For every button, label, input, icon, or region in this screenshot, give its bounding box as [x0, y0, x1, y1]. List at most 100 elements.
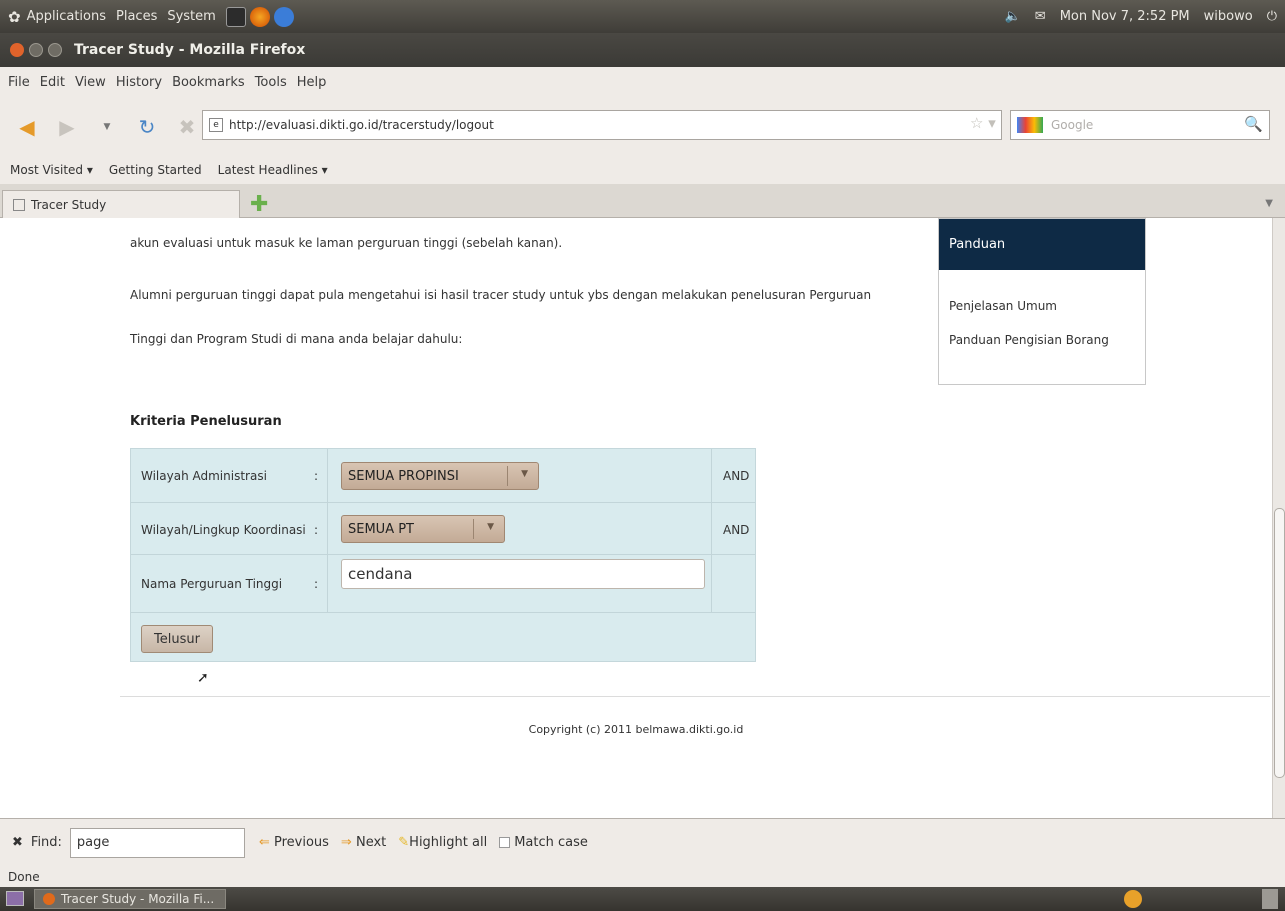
firefox-taskbar-icon [43, 893, 55, 905]
find-next-button[interactable]: ⇒ Next [341, 835, 386, 850]
close-find-bar-icon[interactable]: ✖ [12, 835, 23, 850]
colon-separator: : [314, 577, 319, 591]
power-icon[interactable]: ⏻ [1267, 9, 1277, 24]
menu-bookmarks[interactable]: Bookmarks [172, 75, 245, 90]
window-title: Tracer Study - Mozilla Firefox [74, 42, 306, 58]
dropdown-arrow-icon: ▼ [521, 469, 528, 479]
bookmark-most-visited[interactable]: Most Visited ▾ [10, 163, 93, 177]
wilayah-administrasi-select[interactable]: SEMUA PROPINSI ▼ [341, 462, 539, 490]
previous-arrow-icon: ⇐ [258, 835, 270, 850]
trash-icon[interactable] [1262, 889, 1278, 909]
user-menu[interactable]: wibowo [1204, 9, 1253, 24]
show-desktop-icon[interactable] [6, 891, 24, 906]
gnome-foot-icon: ✿ [8, 7, 21, 26]
mail-icon[interactable]: ✉ [1035, 9, 1046, 24]
colon-separator: : [314, 523, 319, 537]
find-previous-label: Previous [273, 835, 329, 850]
panduan-sidebar: Panduan Penjelasan Umum Panduan Pengisia… [938, 218, 1146, 385]
forward-arrow-icon[interactable]: ▶ [52, 112, 82, 142]
help-launcher-icon[interactable] [273, 6, 294, 27]
menu-bar: File Edit View History Bookmarks Tools H… [0, 67, 1285, 98]
tab-strip: Tracer Study ✚ ▼ [0, 184, 1285, 218]
bookmark-star-icon[interactable]: ☆ ▾ [970, 114, 996, 132]
new-tab-plus-icon[interactable]: ✚ [250, 192, 268, 217]
window-titlebar[interactable]: Tracer Study - Mozilla Firefox [0, 33, 1285, 67]
page-favicon-icon [13, 198, 25, 211]
back-arrow-icon[interactable]: ◀ [12, 112, 42, 142]
search-engine-icon[interactable] [1017, 117, 1043, 133]
highlight-all-label: Highlight all [409, 835, 488, 850]
history-dropdown-icon[interactable]: ▼ [92, 112, 122, 142]
match-case-label: Match case [514, 835, 588, 850]
find-input[interactable]: page [69, 827, 245, 858]
menu-edit[interactable]: Edit [40, 75, 65, 90]
and-operator: AND [723, 469, 750, 483]
taskbar-window-button[interactable]: Tracer Study - Mozilla Fi... [34, 889, 226, 909]
form-row: Wilayah/Lingkup Koordinasi : SEMUA PT ▼ … [131, 503, 755, 555]
mouse-pointer-icon: ➚ [197, 670, 209, 686]
search-placeholder: Google [1051, 118, 1094, 132]
terminal-launcher-icon[interactable] [225, 6, 246, 27]
applications-menu[interactable]: Applications [27, 9, 106, 24]
next-arrow-icon: ⇒ [340, 835, 352, 850]
footer-divider [120, 696, 1270, 697]
url-text: http://evaluasi.dikti.go.id/tracerstudy/… [229, 118, 494, 132]
menu-tools[interactable]: Tools [255, 75, 287, 90]
tab-label: Tracer Study [31, 197, 107, 212]
menu-help[interactable]: Help [297, 75, 327, 90]
firefox-launcher-icon[interactable] [249, 6, 270, 27]
find-bar: ✖ Find: page ⇐ Previous ⇒ Next ✎Highligh… [0, 818, 1285, 866]
menu-history[interactable]: History [116, 75, 162, 90]
dropdown-arrow-icon: ▼ [487, 522, 494, 532]
maximize-window-icon[interactable] [48, 43, 62, 57]
highlight-all-button[interactable]: ✎Highlight all [398, 835, 487, 850]
criteria-heading: Kriteria Penelusuran [130, 414, 282, 429]
colon-separator: : [314, 469, 319, 483]
paragraph-line-2: Tinggi dan Program Studi di mana anda be… [130, 332, 463, 346]
site-identity-icon[interactable]: e [209, 118, 223, 132]
bookmark-latest-headlines[interactable]: Latest Headlines ▾ [218, 163, 328, 177]
url-bar[interactable]: e http://evaluasi.dikti.go.id/tracerstud… [202, 110, 1002, 140]
search-icon[interactable]: 🔍 [1244, 115, 1263, 133]
places-menu[interactable]: Places [116, 9, 157, 24]
status-bar: Done [0, 866, 1285, 887]
tab-tracer-study[interactable]: Tracer Study [2, 190, 240, 218]
reload-icon[interactable]: ↻ [132, 112, 162, 142]
nama-perguruan-tinggi-input[interactable]: cendana [341, 559, 705, 589]
sidebar-link-penjelasan[interactable]: Penjelasan Umum [949, 299, 1057, 313]
sidebar-link-panduan-pengisian[interactable]: Panduan Pengisian Borang [949, 333, 1109, 347]
status-text: Done [8, 869, 40, 884]
scrollbar-thumb[interactable] [1274, 508, 1285, 778]
sidebar-heading: Panduan [939, 219, 1145, 270]
telusur-button[interactable]: Telusur [141, 625, 213, 653]
wilayah-koordinasi-label: Wilayah/Lingkup Koordinasi [141, 523, 306, 537]
intro-text: akun evaluasi untuk masuk ke laman pergu… [130, 236, 563, 250]
stop-icon[interactable]: ✖ [172, 112, 202, 142]
select-separator [507, 466, 508, 486]
bookmark-getting-started[interactable]: Getting Started [109, 163, 202, 177]
paragraph-line-1: Alumni perguruan tinggi dapat pula menge… [130, 288, 872, 302]
clock[interactable]: Mon Nov 7, 2:52 PM [1060, 9, 1190, 24]
match-case-checkbox[interactable]: Match case [499, 835, 588, 850]
find-previous-button[interactable]: ⇐ Previous [259, 835, 329, 850]
select-value: SEMUA PT [348, 521, 415, 537]
page-content: akun evaluasi untuk masuk ke laman pergu… [0, 218, 1272, 818]
select-separator [473, 519, 474, 539]
system-menu[interactable]: System [167, 9, 215, 24]
search-box[interactable]: Google 🔍 [1010, 110, 1270, 140]
close-window-icon[interactable] [10, 43, 24, 57]
page-scrollbar[interactable] [1272, 218, 1285, 818]
navigation-toolbar: ◀ ▶ ▼ ↻ ✖ ⌂ e http://evaluasi.dikti.go.i… [0, 98, 1285, 156]
gnome-bottom-panel: Tracer Study - Mozilla Fi... [0, 887, 1285, 911]
menu-view[interactable]: View [75, 75, 106, 90]
menu-file[interactable]: File [8, 75, 30, 90]
minimize-window-icon[interactable] [29, 43, 43, 57]
find-next-label: Next [355, 835, 387, 850]
checkbox-box [499, 837, 511, 848]
and-operator: AND [723, 523, 750, 537]
search-criteria-form: Wilayah Administrasi : SEMUA PROPINSI ▼ … [130, 448, 756, 662]
tab-list-arrow-icon[interactable]: ▼ [1265, 198, 1273, 209]
tray-app-icon[interactable] [1124, 890, 1142, 908]
wilayah-koordinasi-select[interactable]: SEMUA PT ▼ [341, 515, 505, 543]
volume-icon[interactable]: 🔈 [1005, 9, 1021, 24]
